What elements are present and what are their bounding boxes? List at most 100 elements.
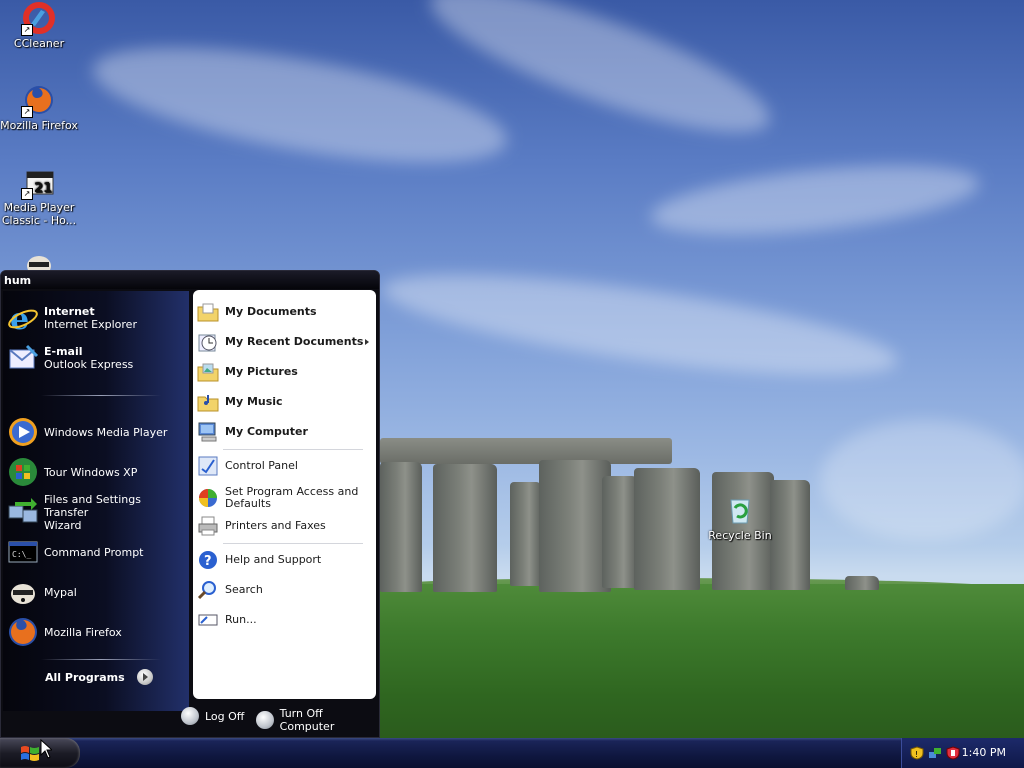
separator (41, 395, 161, 396)
recent-mypal[interactable]: Mypal (7, 575, 187, 609)
my-pictures-icon (197, 361, 219, 383)
start-menu-username: hum (1, 271, 379, 289)
all-programs-label: All Programs (45, 670, 125, 684)
turn-off-button[interactable]: Turn Off Computer (256, 707, 379, 733)
wallpaper-cloud (647, 152, 983, 248)
log-off-button[interactable]: Log Off (181, 707, 244, 725)
svg-text:C:\_: C:\_ (12, 550, 31, 559)
start-menu: hum e Internet Internet Explorer E-mail … (0, 270, 380, 738)
system-tray: ! 1:40 PM (901, 738, 1024, 768)
media-player-classic-icon: 21 ↗ (21, 166, 55, 200)
search-item[interactable]: Search (197, 577, 373, 603)
place-my-pictures[interactable]: My Pictures (197, 359, 373, 385)
control-panel-icon (197, 455, 219, 477)
run-icon (197, 609, 219, 631)
outlook-express-icon (7, 342, 39, 374)
log-off-label: Log Off (205, 709, 245, 723)
system-printers-faxes[interactable]: Printers and Faxes (197, 513, 373, 539)
wallpaper-cloud (820, 420, 1024, 540)
taskbar-clock[interactable]: 1:40 PM (962, 746, 1006, 759)
run-item[interactable]: Run... (197, 607, 373, 633)
wallpaper-cloud (377, 254, 903, 396)
system-label: Printers and Faxes (225, 519, 326, 532)
search-icon (197, 579, 219, 601)
wallpaper-cloud (85, 24, 515, 186)
mypal-icon (7, 576, 39, 608)
stone-pillar (602, 476, 638, 588)
place-label: My Recent Documents (225, 335, 364, 348)
stone-pillar (510, 482, 542, 586)
help-label: Run... (225, 613, 257, 626)
stone-pillar (634, 468, 700, 590)
desktop-icon-firefox[interactable]: ↗ Mozilla Firefox (0, 84, 78, 132)
firefox-icon (7, 616, 39, 648)
stone-fallen (845, 576, 879, 590)
recycle-bin-icon (724, 494, 756, 526)
pinned-subtitle: Internet Explorer (44, 318, 137, 331)
windows-logo-icon (21, 746, 39, 761)
recent-label: Tour Windows XP (44, 465, 138, 479)
recent-label: Mozilla Firefox (44, 625, 122, 639)
recent-windows-media-player[interactable]: Windows Media Player (7, 415, 187, 449)
desktop-icon-recycle-bin[interactable]: Recycle Bin (701, 494, 779, 542)
separator (223, 449, 363, 450)
place-label: My Music (225, 395, 283, 408)
all-programs-button[interactable]: All Programs (45, 669, 153, 685)
pinned-title: Internet (44, 305, 95, 318)
command-prompt-icon: C:\_ (7, 536, 39, 568)
recent-firefox[interactable]: Mozilla Firefox (7, 615, 187, 649)
mouse-cursor-icon (40, 739, 52, 759)
stone-pillar (380, 462, 422, 592)
security-shield-icon[interactable]: ! (910, 746, 924, 760)
place-my-documents[interactable]: My Documents (197, 299, 373, 325)
my-documents-icon (197, 301, 219, 323)
ccleaner-icon: ↗ (21, 2, 55, 36)
help-and-support[interactable]: ? Help and Support (197, 547, 373, 573)
place-my-recent-documents[interactable]: My Recent Documents (197, 329, 373, 355)
recent-tour-windows-xp[interactable]: Tour Windows XP (7, 455, 187, 489)
antivirus-shield-icon[interactable] (946, 746, 960, 760)
svg-text:21: 21 (34, 181, 52, 196)
help-label: Help and Support (225, 553, 322, 566)
recent-command-prompt[interactable]: C:\_ Command Prompt (7, 535, 187, 569)
separator (223, 543, 363, 544)
place-label: My Computer (225, 425, 308, 438)
recent-label-line2: Wizard (44, 518, 82, 532)
submenu-arrow-icon (365, 339, 369, 345)
desktop-icon-label: CCleaner (13, 37, 65, 50)
recent-label: Command Prompt (44, 545, 144, 559)
printer-icon (197, 515, 219, 537)
program-access-icon (197, 487, 219, 509)
log-off-icon (181, 707, 199, 725)
svg-text:!: ! (915, 750, 918, 759)
turn-off-label: Turn Off Computer (279, 707, 335, 733)
recent-transfer-wizard[interactable]: Files and Settings Transfer Wizard (7, 492, 187, 532)
place-my-computer[interactable]: My Computer (197, 419, 373, 445)
taskbar: ! 1:40 PM (0, 738, 1024, 768)
recent-label-line1: Files and Settings Transfer (44, 492, 141, 519)
desktop-icon-label: Mozilla Firefox (0, 119, 78, 132)
place-label: My Documents (225, 305, 317, 318)
desktop-icon-label-line2: Classic - Ho... (1, 214, 77, 227)
pinned-subtitle: Outlook Express (44, 358, 134, 371)
transfer-wizard-icon (7, 496, 39, 528)
firefox-icon: ↗ (21, 84, 55, 118)
stone-lintel (380, 438, 672, 464)
place-my-music[interactable]: My Music (197, 389, 373, 415)
svg-text:?: ? (204, 554, 212, 569)
system-control-panel[interactable]: Control Panel (197, 453, 373, 479)
recent-label: Mypal (44, 585, 77, 599)
pinned-email[interactable]: E-mail Outlook Express (7, 341, 187, 375)
recent-documents-icon (197, 331, 219, 353)
network-icon[interactable] (928, 746, 942, 760)
desktop-icon-media-player-classic[interactable]: 21 ↗ Media Player Classic - Ho... (0, 166, 78, 227)
power-icon (256, 711, 274, 729)
shortcut-arrow-icon: ↗ (21, 24, 33, 36)
desktop-icon-label-line1: Media Player (3, 201, 75, 214)
recent-label: Windows Media Player (44, 425, 168, 439)
desktop-icon-ccleaner[interactable]: ↗ CCleaner (0, 2, 78, 50)
system-program-access[interactable]: Set Program Access and Defaults (197, 483, 373, 513)
shortcut-arrow-icon: ↗ (21, 106, 33, 118)
pinned-internet[interactable]: e Internet Internet Explorer (7, 301, 187, 337)
my-computer-icon (197, 421, 219, 443)
